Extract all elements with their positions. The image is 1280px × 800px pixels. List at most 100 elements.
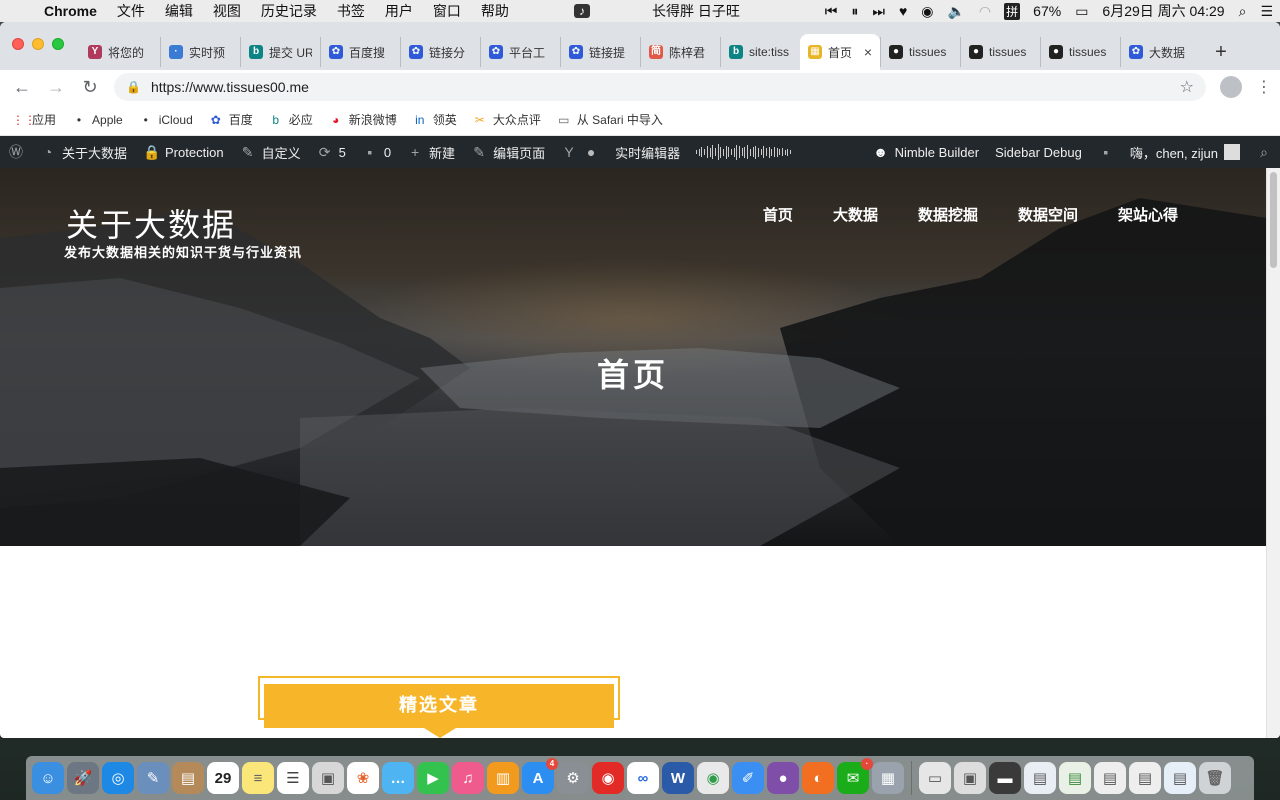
dock-calendar-icon[interactable]: 29 (207, 762, 239, 794)
bookmark-star-icon[interactable]: ☆ (1180, 77, 1194, 97)
music-app-icon[interactable]: ♪ (574, 4, 590, 18)
dock-firefox-icon[interactable]: ◐ (802, 762, 834, 794)
dock-preview-icon[interactable]: ✎ (137, 762, 169, 794)
dock-window-thumb-1-icon[interactable]: ▭ (919, 762, 951, 794)
battery-icon[interactable]: ▭ (1068, 3, 1095, 20)
dock-contacts-icon[interactable]: ▤ (172, 762, 204, 794)
nav-big-data[interactable]: 大数据 (813, 204, 898, 225)
zoom-window-button[interactable] (52, 38, 64, 50)
profile-avatar[interactable] (1220, 76, 1242, 98)
app-menu[interactable]: Chrome (38, 3, 107, 19)
admin-new-content[interactable]: + 新建 (399, 136, 463, 168)
input-method-icon[interactable]: 拼 (1004, 2, 1021, 20)
nav-data-mining[interactable]: 数据挖掘 (898, 204, 998, 225)
close-window-button[interactable] (12, 38, 24, 50)
admin-notice[interactable]: ▪ (1090, 136, 1122, 168)
browser-tab[interactable]: b 提交 UR (240, 37, 320, 67)
admin-nimble-builder[interactable]: ☻ Nimble Builder (865, 136, 988, 168)
admin-my-account[interactable]: 嗨，chen, zijun (1122, 136, 1248, 168)
menu-people[interactable]: 用户 (375, 1, 423, 21)
admin-search[interactable]: ⌕ (1248, 136, 1280, 168)
admin-site-name[interactable]: ◔ 关于大数据 (32, 136, 135, 168)
scrollbar-thumb[interactable] (1270, 172, 1277, 268)
bookmark-item[interactable]: ▭ 从 Safari 中导入 (557, 111, 663, 128)
browser-tab[interactable]: Y 将您的 (80, 37, 160, 67)
dock-photos-icon[interactable]: ❀ (347, 762, 379, 794)
dock-window-thumb-4-icon[interactable]: ▤ (1024, 762, 1056, 794)
dock-pages-icon[interactable]: ✐ (732, 762, 764, 794)
dock-trash-icon[interactable]: 🗑 (1199, 762, 1231, 794)
dock-facetime-icon[interactable]: ▶ (417, 762, 449, 794)
bookmark-item[interactable]: b 必应 (269, 111, 312, 128)
dock-finder-icon[interactable]: ☺ (32, 762, 64, 794)
spotlight-icon[interactable]: ⌕ (1232, 3, 1254, 20)
heart-icon[interactable]: ♥ (892, 3, 914, 19)
browser-tab[interactable]: b site:tiss (720, 37, 800, 67)
menu-window[interactable]: 窗口 (423, 1, 471, 21)
dock-window-thumb-2-icon[interactable]: ▣ (954, 762, 986, 794)
address-bar[interactable]: 🔒 https://www.tissues00.me ☆ (114, 73, 1206, 101)
chrome-menu-icon[interactable]: ⋮ (1256, 77, 1272, 97)
netease-menubar-icon[interactable]: ◉ (914, 3, 940, 20)
notification-center-icon[interactable]: ☰ (1253, 3, 1280, 20)
dock-image-capture-icon[interactable]: ▦ (872, 762, 904, 794)
admin-customize[interactable]: ✎ 自定义 (232, 136, 309, 168)
dock-reminders-icon[interactable]: ☰ (277, 762, 309, 794)
dock-window-thumb-7-icon[interactable]: ▤ (1129, 762, 1161, 794)
dock-ibooks-icon[interactable]: ▥ (487, 762, 519, 794)
browser-tab[interactable]: ✿ 链接提 (560, 37, 640, 67)
dock-window-thumb-3-icon[interactable]: ▬ (989, 762, 1021, 794)
nav-site-building[interactable]: 架站心得 (1098, 204, 1178, 225)
next-track-icon[interactable]: ⏭ (865, 3, 892, 20)
browser-tab[interactable]: ✿ 平台工 (480, 37, 560, 67)
bookmark-item[interactable]: ⋮⋮ 应用 (12, 111, 56, 128)
admin-wave-graph[interactable] (688, 136, 800, 168)
bookmark-item[interactable]: • Apple (72, 113, 123, 127)
browser-tab[interactable]: ✿ 百度搜 (320, 37, 400, 67)
admin-sidebar-debug[interactable]: Sidebar Debug (987, 136, 1090, 168)
menu-edit[interactable]: 编辑 (155, 1, 203, 21)
previous-track-icon[interactable]: ⏮ (818, 3, 845, 20)
browser-tab[interactable]: ● tissues (880, 37, 960, 67)
dock-word-icon[interactable]: W (662, 762, 694, 794)
admin-protection[interactable]: 🔒 Protection (135, 136, 232, 168)
menu-help[interactable]: 帮助 (471, 1, 519, 21)
browser-tab[interactable]: ✿ 链接分 (400, 37, 480, 67)
menu-file[interactable]: 文件 (107, 1, 155, 21)
dock-chrome-icon[interactable]: ◉ (697, 762, 729, 794)
browser-tab[interactable]: ▦ 首页 × (800, 34, 880, 70)
reload-button[interactable]: ↻ (76, 73, 104, 101)
bookmark-item[interactable]: • iCloud (139, 113, 193, 127)
dock-baidu-netdisk-icon[interactable]: ∞ (627, 762, 659, 794)
site-title[interactable]: 关于大数据 (66, 200, 236, 246)
tab-close-icon[interactable]: × (864, 44, 872, 60)
bookmark-item[interactable]: ✿ 百度 (209, 111, 253, 128)
new-tab-button[interactable]: + (1206, 37, 1236, 67)
minimize-window-button[interactable] (32, 38, 44, 50)
browser-tab[interactable]: ● tissues (960, 37, 1040, 67)
back-button[interactable]: ← (8, 73, 36, 101)
volume-icon[interactable]: 🔈 (940, 3, 971, 20)
dock-notes-icon[interactable]: ≡ (242, 762, 274, 794)
browser-tab[interactable]: ✿ 大数据 (1120, 37, 1200, 67)
date-time[interactable]: 6月29日 周六 04:29 (1095, 1, 1231, 21)
bookmark-item[interactable]: ◕ 新浪微博 (329, 111, 397, 128)
battery-percent[interactable]: 67% (1026, 3, 1068, 19)
dock-itunes-icon[interactable]: ♫ (452, 762, 484, 794)
browser-tab[interactable]: · 实时预 (160, 37, 240, 67)
dock-window-thumb-5-icon[interactable]: ▤ (1059, 762, 1091, 794)
bookmark-item[interactable]: ✂ 大众点评 (473, 111, 541, 128)
dock-window-thumb-6-icon[interactable]: ▤ (1094, 762, 1126, 794)
admin-yoast[interactable]: Y ● (553, 136, 607, 168)
admin-edit-page[interactable]: ✎ 编辑页面 (463, 136, 553, 168)
dock-messages-icon[interactable]: … (382, 762, 414, 794)
menu-view[interactable]: 视图 (203, 1, 251, 21)
wifi-icon[interactable]: ◠ (972, 3, 998, 20)
admin-comments[interactable]: ▪ 0 (354, 136, 399, 168)
wp-logo-menu[interactable]: Ⓦ (0, 136, 32, 168)
menu-history[interactable]: 历史记录 (251, 1, 327, 21)
url-text[interactable]: https://www.tissues00.me (151, 79, 309, 95)
admin-updates[interactable]: ⟳ 5 (309, 136, 354, 168)
page-scrollbar[interactable] (1266, 168, 1280, 738)
browser-tab[interactable]: ● tissues (1040, 37, 1120, 67)
